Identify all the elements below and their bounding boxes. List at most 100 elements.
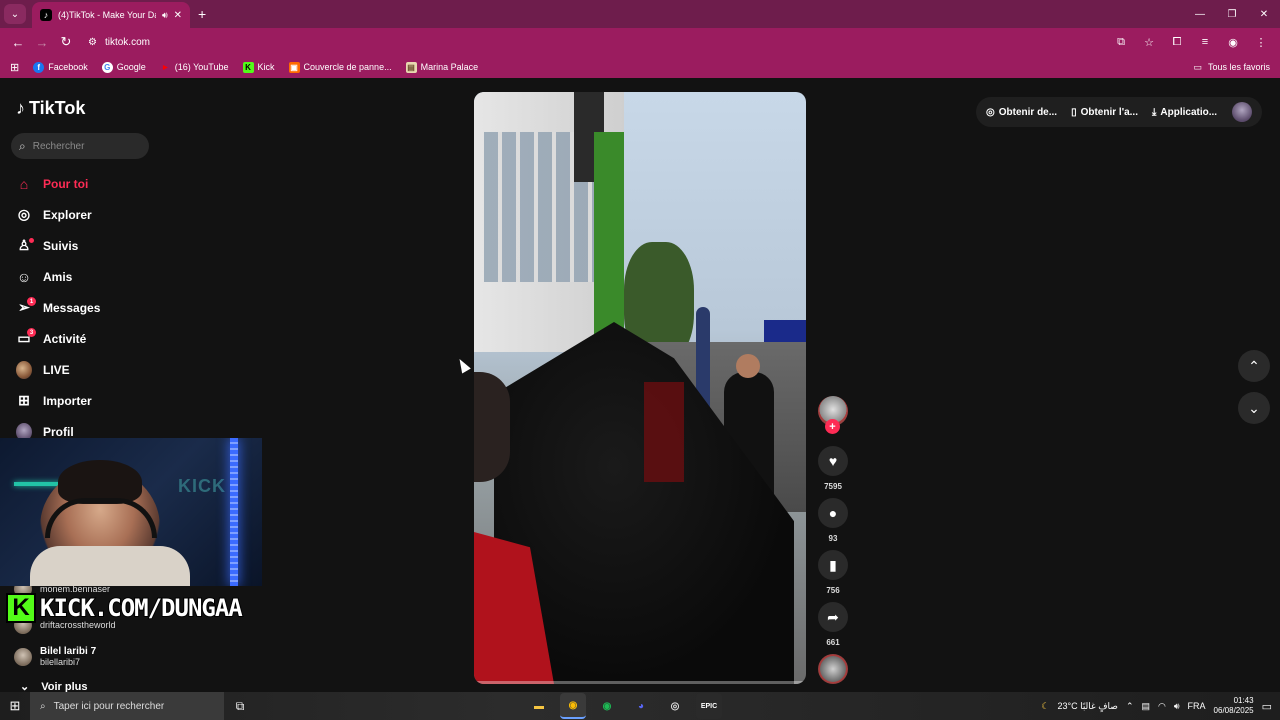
task-view-icon[interactable]: ⧉	[224, 699, 256, 714]
kick-logo-icon: K	[6, 593, 36, 623]
epic-games-icon[interactable]: EPIC	[696, 693, 722, 719]
new-content-dot	[29, 238, 34, 243]
google-icon: G	[101, 61, 113, 73]
search-input[interactable]: ⌕ Rechercher	[11, 133, 149, 159]
share-button[interactable]: ➦ 661	[818, 602, 848, 647]
save-count: 756	[826, 586, 840, 595]
sidebar-item-label: Amis	[43, 269, 73, 284]
windows-taskbar: ⊞ ⌕ Taper ici pour rechercher ⧉ ▬ ◉ ◉ ◕ …	[0, 692, 1280, 720]
tiktok-logo[interactable]: ♪ TikTok	[16, 98, 85, 119]
save-button[interactable]: ▮ 756	[818, 550, 848, 595]
music-disc-icon[interactable]	[818, 654, 848, 684]
messages-badge: 1	[27, 297, 36, 306]
show-hidden-icons-icon[interactable]: ⌃	[1126, 701, 1134, 712]
folder-icon: ▭	[1193, 61, 1202, 72]
streamer-webcam-overlay: KICK	[0, 438, 262, 586]
kebab-menu-icon[interactable]: ⋮	[1250, 30, 1272, 54]
streamer-shirt	[30, 546, 190, 586]
forward-icon[interactable]: →	[30, 30, 54, 54]
clock[interactable]: 01:43 06/08/2025	[1214, 696, 1254, 716]
comment-count: 93	[828, 534, 838, 543]
get-app-button[interactable]: ▯ Obtenir l'a...	[1071, 107, 1138, 118]
volume-icon[interactable]: 🔊︎	[1174, 701, 1180, 712]
sidebar-item-amis[interactable]: ☺ Amis	[16, 261, 216, 292]
bookmark-label: Couvercle de panne...	[303, 62, 392, 72]
following-name: Bilel laribi 7	[40, 646, 97, 657]
install-app-button[interactable]: ⤓ Applicatio...	[1152, 107, 1217, 118]
close-window-icon[interactable]: ✕	[1248, 0, 1280, 28]
notifications-icon[interactable]: ▭	[1262, 700, 1272, 713]
site-info-icon[interactable]: ⚙	[88, 37, 97, 48]
browser-tab-tiktok[interactable]: ♪ (4)TikTok - Make Your Day 🔊︎ ✕	[32, 2, 190, 28]
restore-icon[interactable]: ❐	[1216, 0, 1248, 28]
video-progress-bar[interactable]	[474, 681, 806, 684]
share-count: 661	[826, 638, 840, 647]
reload-icon[interactable]: ↻	[54, 30, 78, 54]
profile-avatar-icon[interactable]: ◉	[1222, 30, 1244, 54]
new-tab-button[interactable]: +	[198, 6, 206, 22]
speaker-icon[interactable]: 🔊︎	[162, 10, 168, 21]
obs-icon[interactable]: ◎	[662, 693, 688, 719]
wifi-icon[interactable]: ◠	[1158, 701, 1166, 712]
next-video-button[interactable]: ⌄	[1238, 392, 1270, 424]
minimize-icon[interactable]: —	[1184, 0, 1216, 28]
get-app-label: Obtenir l'a...	[1080, 106, 1138, 118]
network-icon[interactable]: ▤	[1142, 701, 1151, 712]
tab-title: (4)TikTok - Make Your Day	[58, 10, 156, 20]
search-icon: ⌕	[19, 138, 26, 153]
all-favorites[interactable]: ▭ Tous les favoris	[1193, 56, 1270, 78]
install-app-icon[interactable]: ⧉	[1110, 30, 1132, 54]
video-player[interactable]	[474, 92, 806, 684]
close-tab-icon[interactable]: ✕	[174, 10, 182, 21]
weather-text[interactable]: 23°C صافٍ غالبًا	[1057, 701, 1118, 712]
sidebar-item-importer[interactable]: ⊞ Importer	[16, 385, 216, 416]
like-count: 7595	[824, 482, 842, 491]
comment-button[interactable]: ● 93	[818, 498, 848, 543]
media-control-icon[interactable]: ≡	[1194, 30, 1216, 54]
clock-time: 01:43	[1233, 696, 1254, 705]
like-button[interactable]: ♥ 7595	[818, 446, 848, 491]
bookmark-couvercle[interactable]: ▣ Couvercle de panne...	[288, 61, 392, 73]
bookmark-youtube[interactable]: ▶ (16) YouTube	[160, 62, 229, 73]
get-coins-button[interactable]: ◎ Obtenir de...	[986, 107, 1057, 118]
previous-video-button[interactable]: ⌃	[1238, 350, 1270, 382]
apps-grid-icon[interactable]: ⊞	[10, 61, 19, 74]
file-explorer-icon[interactable]: ▬	[526, 693, 552, 719]
taskbar-apps: ▬ ◉ ◉ ◕ ◎ EPIC	[526, 692, 722, 720]
follow-plus-icon[interactable]: +	[825, 419, 840, 434]
sidebar-item-suivis[interactable]: ♙ Suivis	[16, 230, 216, 261]
sidebar-item-explorer[interactable]: ◎ Explorer	[16, 199, 216, 230]
chrome-icon[interactable]: ◉	[560, 693, 586, 719]
language-indicator[interactable]: FRA	[1188, 701, 1206, 711]
following-item[interactable]: Bilel laribi 7 bilellaribi7	[14, 646, 96, 667]
facebook-icon: f	[33, 61, 45, 73]
sidebar-item-messages[interactable]: ➢ 1 Messages	[16, 292, 216, 323]
live-icon	[16, 360, 32, 379]
browser-tabbar: ⌄ ♪ (4)TikTok - Make Your Day 🔊︎ ✕ + — ❐…	[0, 0, 1280, 28]
sidebar-item-pour-toi[interactable]: ⌂ Pour toi	[16, 168, 216, 199]
discord-icon[interactable]: ◕	[628, 693, 654, 719]
bookmark-facebook[interactable]: f Facebook	[33, 61, 88, 73]
phone-icon: ▯	[1071, 106, 1077, 118]
sidebar-item-activite[interactable]: ▭ 3 Activité	[16, 323, 216, 354]
sidebar-item-label: Importer	[43, 393, 92, 408]
windows-start-icon[interactable]: ⊞	[0, 692, 30, 720]
chevron-down-icon: ⌄	[1248, 399, 1260, 416]
sidebar-item-live[interactable]: LIVE	[16, 354, 216, 385]
bookmark-kick[interactable]: K Kick	[242, 61, 275, 73]
bookmark-star-icon[interactable]: ☆	[1138, 30, 1160, 54]
user-avatar[interactable]	[1232, 102, 1252, 122]
taskbar-search-input[interactable]: ⌕ Taper ici pour rechercher	[30, 692, 224, 720]
address-bar[interactable]: ⚙ tiktok.com	[84, 30, 1114, 54]
weather-icon[interactable]: ☾	[1041, 701, 1049, 712]
logo-text: TikTok	[29, 98, 86, 118]
tab-search-button[interactable]: ⌄	[4, 4, 26, 24]
window-controls: — ❐ ✕	[1184, 0, 1280, 28]
bookmark-google[interactable]: G Google	[101, 61, 146, 73]
spotify-icon[interactable]: ◉	[594, 693, 620, 719]
extensions-icon[interactable]: ⧠	[1166, 30, 1188, 54]
back-icon[interactable]: ←	[6, 30, 30, 54]
bookmark-icon: ▮	[818, 550, 848, 580]
bookmark-marina-palace[interactable]: ▤ Marina Palace	[405, 61, 478, 73]
browser-toolbar: ← → ↻ ⚙ tiktok.com ⧉ ☆ ⧠ ≡ ◉ ⋮	[0, 28, 1280, 56]
